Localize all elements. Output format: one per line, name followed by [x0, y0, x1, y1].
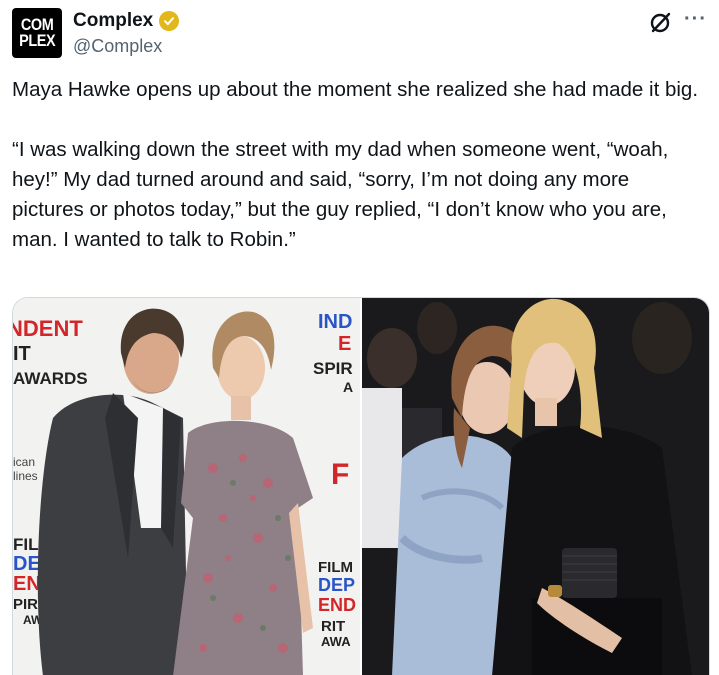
photo-2-illustration [362, 298, 709, 675]
photo-1-illustration: NDENT IT AWARDS ican lines FIL DE EN PIR… [13, 298, 360, 675]
tweet-card: COM PLEX Complex @Complex ··· Maya Hawke… [0, 0, 719, 675]
avatar-text-line2: PLEX [18, 31, 56, 50]
backdrop-word: IND [318, 311, 352, 333]
backdrop-word: EN [13, 573, 41, 595]
backdrop-word: IT [13, 343, 31, 365]
backdrop-word: E [338, 333, 351, 355]
backdrop-word: RIT [321, 618, 345, 635]
media-grid[interactable]: NDENT IT AWARDS ican lines FIL DE EN PIR… [12, 297, 710, 675]
backdrop-word: DE [13, 553, 41, 575]
tweet-paragraph-2: “I was walking down the street with my d… [12, 138, 669, 251]
backdrop-word: DEP [318, 575, 355, 595]
backdrop-word: ican [13, 455, 35, 469]
handle[interactable]: @Complex [73, 36, 162, 57]
backdrop-word: FILM [318, 559, 353, 576]
backdrop-word: AWARDS [13, 369, 88, 388]
backdrop-word: F [331, 458, 349, 491]
tweet-paragraph-1: Maya Hawke opens up about the moment she… [12, 78, 699, 101]
photo-mother-daughter-seated[interactable] [362, 298, 709, 675]
more-options-icon[interactable]: ··· [684, 8, 707, 31]
photo-red-carpet-father-daughter[interactable]: NDENT IT AWARDS ican lines FIL DE EN PIR… [13, 298, 360, 675]
grok-slash-icon[interactable] [648, 9, 674, 35]
verified-badge-icon[interactable] [159, 11, 180, 31]
backdrop-word: FIL [13, 535, 39, 554]
backdrop-word: lines [13, 469, 38, 483]
display-name[interactable]: Complex [73, 10, 153, 32]
backdrop-word: NDENT [13, 316, 83, 341]
avatar[interactable]: COM PLEX [12, 8, 62, 58]
backdrop-word: END [318, 595, 356, 615]
backdrop-word: SPIR [313, 359, 353, 378]
backdrop-word: A [343, 379, 353, 395]
backdrop-word: AWA [321, 634, 351, 649]
tweet-text: Maya Hawke opens up about the moment she… [12, 75, 702, 285]
author-name-row: Complex [73, 10, 180, 32]
